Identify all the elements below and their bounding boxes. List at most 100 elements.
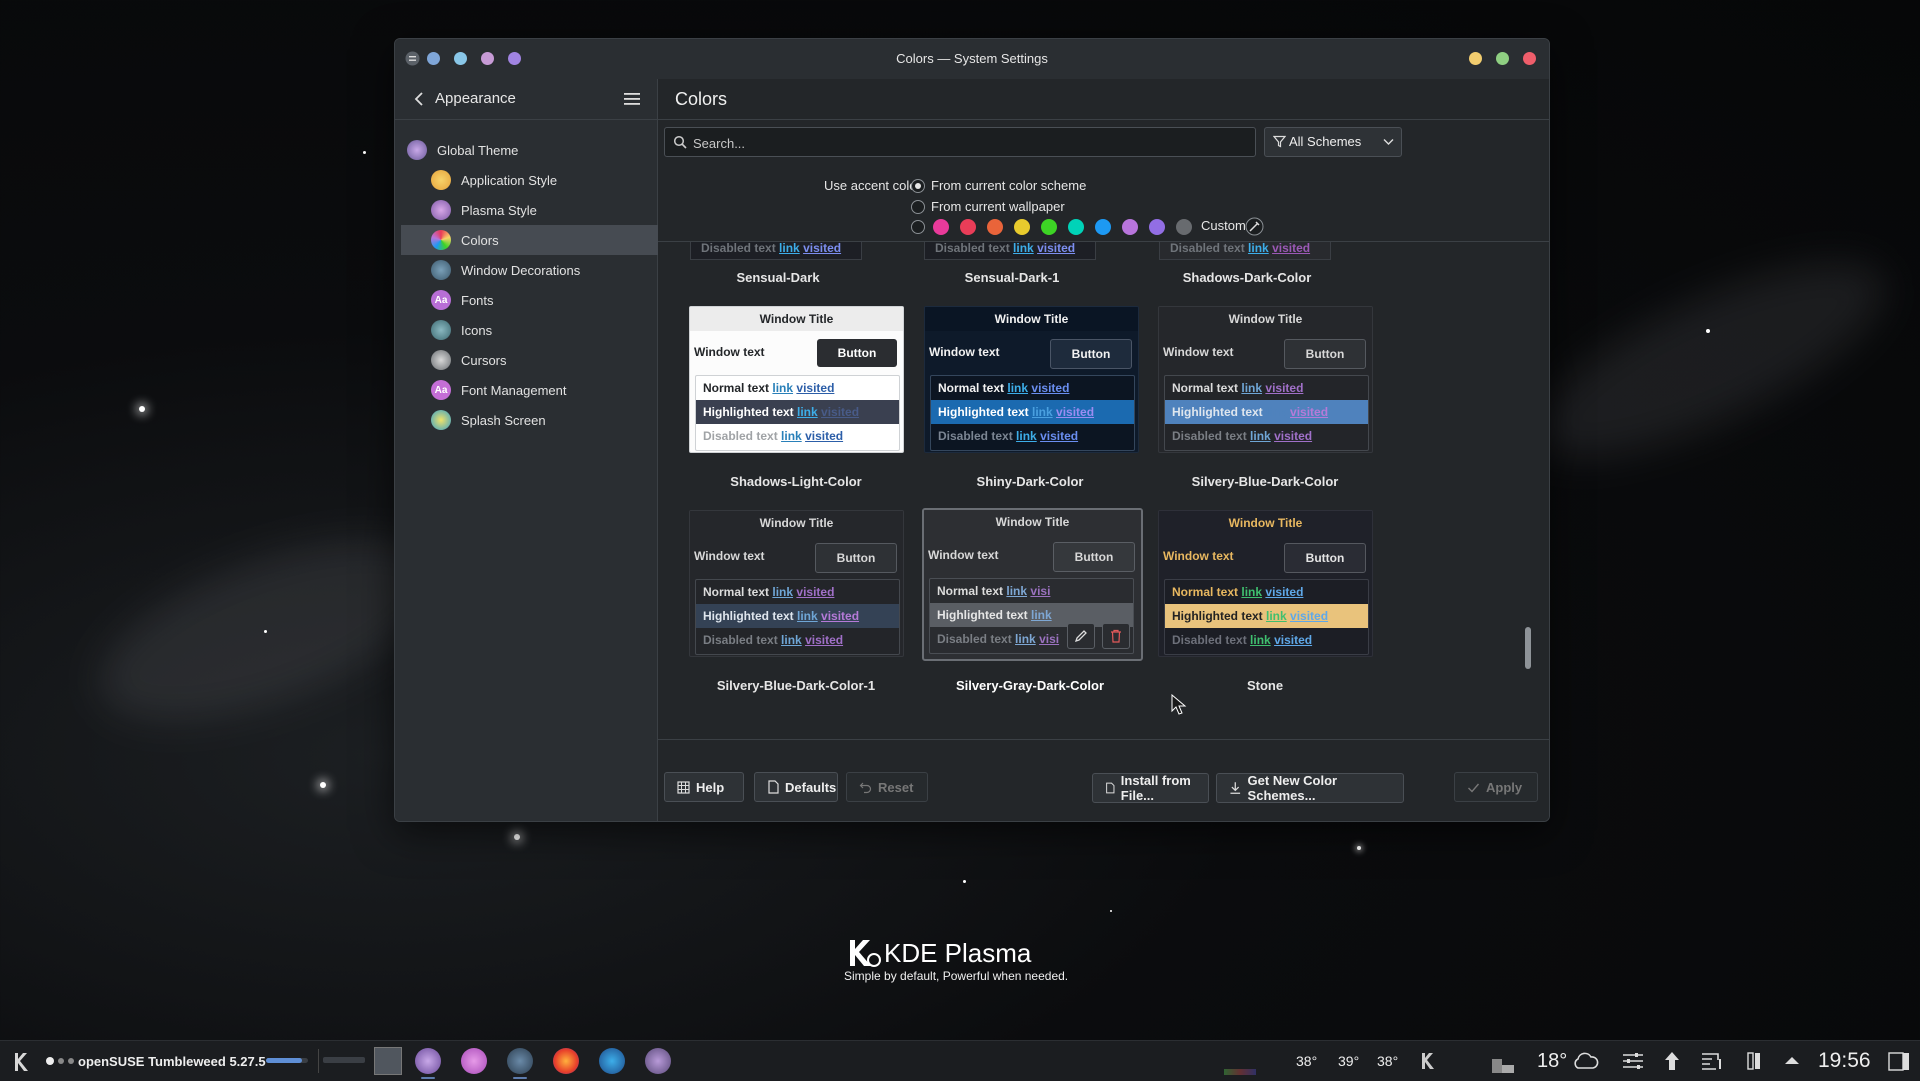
preview-highlighted-row: Highlighted text link visited — [696, 400, 899, 424]
scheme-name: Silvery-Blue-Dark-Color — [1191, 474, 1339, 489]
scheme-filter-dropdown[interactable]: All Schemes — [1264, 127, 1402, 157]
search-input[interactable] — [691, 128, 1245, 158]
scheme-card-silvery-blue-dark-color[interactable]: Window Title Window text Button Normal t… — [1158, 306, 1373, 453]
cloud-icon[interactable] — [1571, 1051, 1599, 1071]
sidebar-item-fonts[interactable]: Aa Fonts — [401, 285, 687, 315]
get-new-color-schemes-button[interactable]: Get New Color Schemes... — [1216, 773, 1404, 803]
color-scheme-grid: Disabled text link visited Disabled text… — [658, 241, 1549, 742]
scheme-name: Sensual-Dark — [736, 270, 820, 285]
delete-scheme-button[interactable] — [1102, 623, 1130, 649]
color-picker-icon[interactable] — [1245, 217, 1264, 236]
app-launcher-icon[interactable] — [645, 1048, 671, 1074]
accent-from-scheme-label[interactable]: From current color scheme — [931, 178, 1086, 193]
sidebar-item-application-style[interactable]: Application Style — [401, 165, 687, 195]
preview-window-title: Window Title — [924, 510, 1141, 534]
pager-desktop-1[interactable] — [323, 1057, 365, 1063]
application-launcher-icon[interactable] — [10, 1050, 34, 1074]
sidebar-item-plasma-style[interactable]: Plasma Style — [401, 195, 687, 225]
battery-icon[interactable] — [1744, 1051, 1764, 1071]
weather-temp[interactable]: 18° — [1537, 1041, 1567, 1081]
cpu-temp-1: 38° — [1296, 1053, 1318, 1069]
partial-preview-sensual-dark-1[interactable]: Disabled text link visited — [924, 242, 1096, 260]
scrollbar-thumb[interactable] — [1525, 627, 1531, 669]
minimize-button[interactable] — [1469, 52, 1482, 65]
search-field[interactable] — [664, 127, 1256, 158]
accent-swatch-orange[interactable] — [987, 219, 1003, 235]
custom-accent-label: Custom: — [1201, 218, 1250, 233]
install-from-file-button[interactable]: Install from File... — [1092, 773, 1209, 803]
partial-preview-shadows-dark-color[interactable]: Disabled text link visited — [1159, 241, 1331, 260]
show-desktop-icon[interactable] — [1887, 1050, 1911, 1072]
discover-app-icon[interactable] — [461, 1048, 487, 1074]
sidebar-item-splash-screen[interactable]: Splash Screen — [401, 405, 687, 435]
scheme-card-silvery-gray-dark-color[interactable]: Window Title Window text Button Normal t… — [922, 508, 1143, 661]
preview-normal-row: Normal text link visited — [703, 585, 835, 599]
accent-swatch-red[interactable] — [960, 219, 976, 235]
system-settings-app-icon[interactable] — [415, 1048, 441, 1074]
back-arrow-icon[interactable] — [411, 90, 429, 108]
edit-scheme-button[interactable] — [1067, 623, 1095, 649]
preview-button: Button — [817, 339, 897, 367]
clipboard-icon[interactable] — [1700, 1051, 1724, 1071]
scheme-card-silvery-blue-dark-color-1[interactable]: Window Title Window text Button Normal t… — [689, 510, 904, 657]
preview-view: Normal text link visited Highlighted tex… — [695, 579, 900, 655]
star — [963, 880, 966, 883]
accent-from-wallpaper-radio[interactable] — [911, 200, 925, 214]
accent-swatch-teal[interactable] — [1068, 219, 1084, 235]
maximize-button[interactable] — [1496, 52, 1509, 65]
sidebar-item-global-theme[interactable]: Global Theme — [395, 135, 663, 165]
accent-color-label: Use accent color: — [824, 178, 925, 193]
partial-preview-sensual-dark[interactable]: Disabled text link visited — [690, 241, 862, 260]
undo-icon — [859, 782, 872, 793]
accent-swatch-green[interactable] — [1041, 219, 1057, 235]
accent-custom-radio[interactable] — [911, 220, 925, 234]
main-panel: Colors All Schemes Use accent color: Fro… — [658, 79, 1549, 821]
scheme-card-shiny-dark-color[interactable]: Window Title Window text Button Normal t… — [924, 306, 1139, 453]
settings-app-icon[interactable] — [507, 1048, 533, 1074]
updates-arrow-icon[interactable] — [1662, 1050, 1682, 1072]
firefox-app-icon[interactable] — [553, 1048, 579, 1074]
clock[interactable]: 19:56 — [1818, 1041, 1871, 1081]
sidebar-item-label: Font Management — [461, 382, 567, 398]
hamburger-menu-icon[interactable] — [623, 91, 641, 107]
accent-swatch-purple[interactable] — [1122, 219, 1138, 235]
audio-mixer-icon[interactable] — [1621, 1051, 1645, 1071]
scheme-card-shadows-light-color[interactable]: Window Title Window text Button Normal t… — [689, 306, 904, 453]
sidebar-item-label: Application Style — [461, 172, 558, 188]
preview-window-text: Window text — [1163, 549, 1234, 563]
activity-switcher[interactable]: openSUSE Tumbleweed 5.27.5 — [46, 1041, 266, 1081]
reset-button[interactable]: Reset — [846, 772, 928, 802]
link-text: link — [1248, 241, 1269, 255]
cpu-temp-2: 39° — [1338, 1053, 1360, 1069]
accent-swatch-gray[interactable] — [1176, 219, 1192, 235]
help-button[interactable]: Help — [664, 772, 744, 802]
preview-window-text: Window text — [694, 345, 765, 359]
preview-highlighted-row: Highlighted text link visited — [931, 400, 1134, 424]
window-titlebar[interactable]: Colors — System Settings — [395, 39, 1549, 79]
preview-normal-row: Normal text link visited — [703, 381, 835, 395]
system-settings-window: Colors — System Settings Appearance Glob… — [394, 38, 1550, 822]
sidebar-item-icons[interactable]: Icons — [401, 315, 687, 345]
defaults-button[interactable]: Defaults — [754, 772, 838, 802]
close-button[interactable] — [1523, 52, 1536, 65]
accent-swatch-violet[interactable] — [1149, 219, 1165, 235]
sidebar-item-cursors[interactable]: Cursors — [401, 345, 687, 375]
accent-swatch-blue[interactable] — [1095, 219, 1111, 235]
sidebar-item-window-decorations[interactable]: Window Decorations — [401, 255, 687, 285]
dolphin-app-icon[interactable] — [599, 1048, 625, 1074]
apply-button[interactable]: Apply — [1454, 772, 1538, 802]
scheme-card-stone[interactable]: Window Title Window text Button Normal t… — [1158, 510, 1373, 657]
link-text: link — [779, 241, 800, 255]
accent-swatch-pink[interactable] — [933, 219, 949, 235]
sidebar-item-font-management[interactable]: Aa Font Management — [401, 375, 687, 405]
kde-connect-icon[interactable] — [1418, 1050, 1440, 1072]
preview-window-title: Window Title — [1159, 307, 1372, 331]
accent-from-scheme-radio[interactable] — [911, 179, 925, 193]
sidebar-item-colors[interactable]: Colors — [401, 225, 687, 255]
plasma-style-icon — [431, 200, 451, 220]
sidebar-title: Appearance — [435, 90, 516, 107]
pager-desktop-2[interactable] — [374, 1047, 402, 1075]
accent-swatch-yellow[interactable] — [1014, 219, 1030, 235]
accent-from-wallpaper-label[interactable]: From current wallpaper — [931, 199, 1065, 214]
show-hidden-icons-chevron-up-icon[interactable] — [1784, 1055, 1800, 1065]
